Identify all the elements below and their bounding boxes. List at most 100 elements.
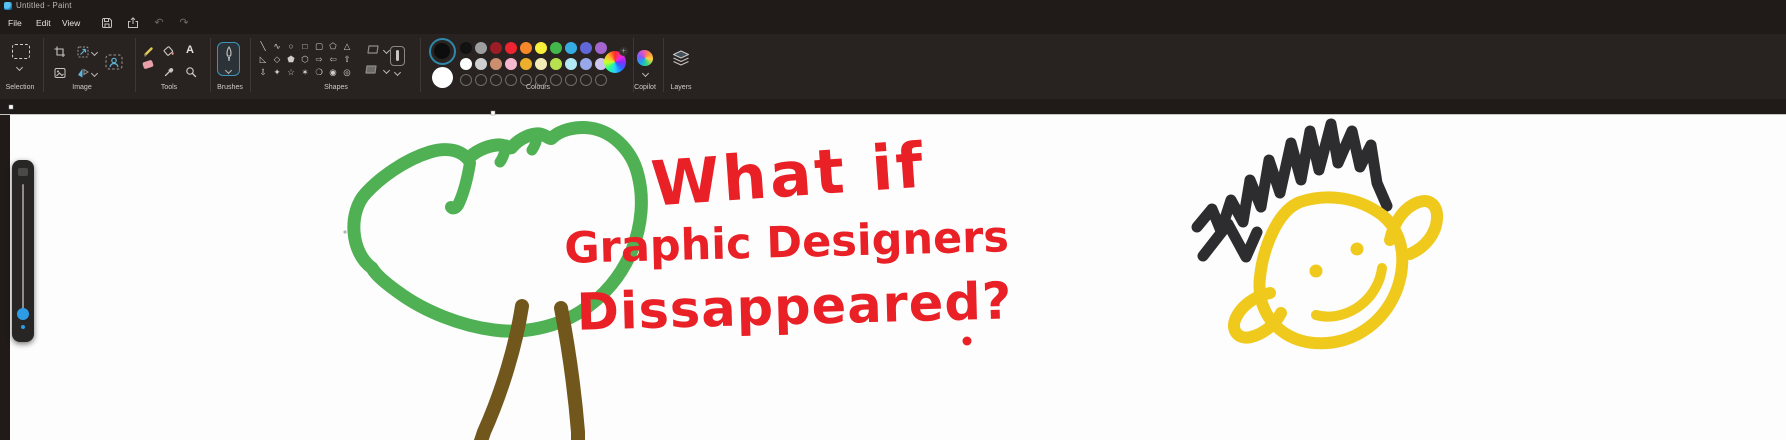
size-slider-dot <box>21 325 25 329</box>
group-separator <box>420 38 421 92</box>
shape-icon[interactable]: ∿ <box>270 40 284 53</box>
foreground-colour-swatch[interactable] <box>429 38 456 65</box>
colour-swatch[interactable] <box>460 42 472 54</box>
shape-icon[interactable]: ❍ <box>312 66 326 79</box>
shape-icon[interactable]: ◉ <box>326 66 340 79</box>
shape-icon[interactable]: ◇ <box>270 53 284 66</box>
shape-outline-icon[interactable] <box>366 44 380 56</box>
selection-tool-icon[interactable] <box>12 44 30 59</box>
pencil-icon[interactable] <box>143 45 155 57</box>
palette-row-1 <box>460 42 607 54</box>
group-separator <box>43 38 44 92</box>
size-slider-thumb[interactable] <box>17 308 29 320</box>
colour-swatch[interactable] <box>595 42 607 54</box>
empty-colour-slot[interactable] <box>490 74 502 86</box>
shape-icon[interactable]: ⬡ <box>298 53 312 66</box>
menu-file[interactable]: File <box>5 16 25 30</box>
shape-icon[interactable]: ⇦ <box>326 53 340 66</box>
colour-swatch[interactable] <box>565 42 577 54</box>
size-slider-panel <box>12 160 34 342</box>
app-background-left <box>0 99 10 440</box>
drawing-canvas[interactable] <box>10 115 1786 440</box>
undo-icon[interactable]: ↶ <box>153 17 165 29</box>
shape-icon[interactable]: ▢ <box>312 40 326 53</box>
colour-swatch[interactable] <box>550 58 562 70</box>
chevron-down-icon[interactable] <box>15 63 24 72</box>
chevron-down-icon[interactable] <box>641 69 650 78</box>
colour-swatch[interactable] <box>490 42 502 54</box>
size-slider-track[interactable] <box>22 184 24 316</box>
background-colour-swatch[interactable] <box>432 67 453 88</box>
chevron-down-icon[interactable] <box>224 66 233 75</box>
crop-icon[interactable] <box>54 46 66 58</box>
shape-icon[interactable]: ✶ <box>298 66 312 79</box>
colour-swatch[interactable] <box>535 58 547 70</box>
shape-icon[interactable]: ◎ <box>340 66 354 79</box>
group-label-selection: Selection <box>5 84 35 91</box>
shape-icon[interactable]: ⇧ <box>340 53 354 66</box>
colour-swatch[interactable] <box>520 58 532 70</box>
rotate-flip-icon[interactable] <box>77 67 89 79</box>
colour-swatch[interactable] <box>565 58 577 70</box>
text-tool-icon[interactable]: A <box>186 44 194 56</box>
shape-icon[interactable]: △ <box>340 40 354 53</box>
shape-icon[interactable]: ✦ <box>270 66 284 79</box>
shape-icon[interactable]: ◺ <box>256 53 270 66</box>
colour-swatch[interactable] <box>580 42 592 54</box>
shape-icon[interactable]: ⬟ <box>284 53 298 66</box>
remove-background-icon[interactable] <box>105 54 123 70</box>
add-colour-badge[interactable]: + <box>619 47 628 56</box>
group-label-shapes: Shapes <box>324 84 348 91</box>
colour-swatch[interactable] <box>490 58 502 70</box>
chevron-down-icon[interactable] <box>382 46 391 55</box>
paint-window: Untitled - Paint File Edit View ↶ ↷ Sele… <box>0 0 1786 440</box>
share-icon[interactable] <box>127 17 139 29</box>
shape-icon[interactable]: ⇩ <box>256 66 270 79</box>
colour-swatch[interactable] <box>475 42 487 54</box>
colour-swatch[interactable] <box>580 58 592 70</box>
group-label-tools: Tools <box>160 84 178 91</box>
palette-row-2 <box>460 58 607 70</box>
brushes-button[interactable] <box>217 42 240 76</box>
shape-icon[interactable]: ☆ <box>284 66 298 79</box>
colour-swatch[interactable] <box>550 42 562 54</box>
colour-swatch[interactable] <box>535 42 547 54</box>
colour-swatch[interactable] <box>505 42 517 54</box>
shape-icon[interactable]: ╲ <box>256 40 270 53</box>
group-separator <box>135 38 136 92</box>
copilot-icon[interactable] <box>637 50 653 66</box>
shape-icon[interactable]: □ <box>298 40 312 53</box>
redo-icon[interactable]: ↷ <box>178 17 190 29</box>
empty-colour-slot[interactable] <box>475 74 487 86</box>
shape-icon[interactable]: ⬠ <box>326 40 340 53</box>
chevron-down-icon[interactable] <box>90 69 99 78</box>
save-icon[interactable] <box>101 17 113 29</box>
picture-icon[interactable] <box>54 67 66 79</box>
colour-swatch[interactable] <box>505 58 517 70</box>
layers-icon[interactable] <box>672 50 690 67</box>
color-picker-icon[interactable] <box>163 66 175 78</box>
chevron-down-icon[interactable] <box>393 68 402 77</box>
fill-bucket-icon[interactable] <box>163 45 175 57</box>
shape-fill-icon[interactable] <box>364 64 378 76</box>
colour-swatch[interactable] <box>475 58 487 70</box>
colour-swatch[interactable] <box>520 42 532 54</box>
group-label-image: Image <box>72 84 92 91</box>
chevron-down-icon[interactable] <box>382 66 391 75</box>
chevron-down-icon[interactable] <box>90 48 99 57</box>
group-label-colours: Colours <box>525 84 551 91</box>
magnifier-icon[interactable] <box>185 66 197 78</box>
paint-app-icon <box>4 2 12 10</box>
empty-colour-slot[interactable] <box>460 74 472 86</box>
shape-icon[interactable]: ○ <box>284 40 298 53</box>
menu-view[interactable]: View <box>59 16 83 30</box>
stroke-size-button[interactable] <box>390 46 405 66</box>
empty-colour-slot[interactable] <box>580 74 592 86</box>
shape-icon[interactable]: ⇨ <box>312 53 326 66</box>
menu-edit[interactable]: Edit <box>33 16 54 30</box>
resize-icon[interactable] <box>77 46 89 58</box>
eraser-icon[interactable] <box>142 59 154 70</box>
group-label-layers: Layers <box>670 84 692 91</box>
colour-swatch[interactable] <box>460 58 472 70</box>
empty-colour-slot[interactable] <box>595 74 607 86</box>
